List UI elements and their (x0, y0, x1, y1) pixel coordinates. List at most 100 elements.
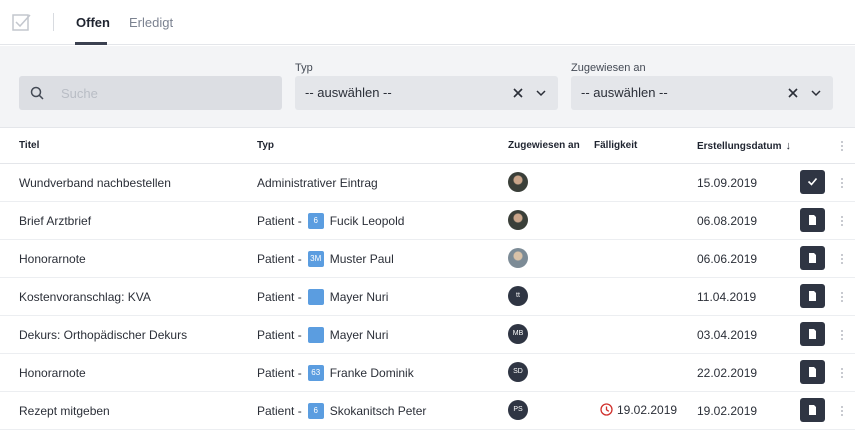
row-menu-icon[interactable] (841, 330, 844, 341)
avatar (508, 172, 528, 192)
document-icon (809, 253, 816, 263)
row-menu-icon[interactable] (841, 406, 844, 417)
patient-name[interactable]: Muster Paul (330, 252, 394, 266)
document-icon (809, 215, 816, 225)
row-title: Wundverband nachbestellen (19, 176, 171, 190)
search-input[interactable] (61, 76, 271, 110)
document-icon (809, 291, 816, 301)
row-title: Honorarnote (19, 252, 86, 266)
row-title: Rezept mitgeben (19, 404, 110, 418)
document-icon (809, 367, 816, 377)
row-type: Patient - Mayer Nuri (257, 326, 389, 343)
column-header-title[interactable]: Titel (19, 140, 39, 151)
avatar (508, 210, 528, 230)
open-document-button[interactable] (800, 246, 825, 270)
chevron-down-icon[interactable] (811, 88, 821, 98)
avatar (508, 248, 528, 268)
open-document-button[interactable] (800, 284, 825, 308)
avatar: SD (508, 362, 528, 382)
table-row[interactable]: Rezept mitgeben Patient - 6 Skokanitsch Pet… (0, 392, 855, 430)
tab-erledigt[interactable]: Erledigt (129, 15, 173, 30)
table-row[interactable]: Brief Arztbrief Patient - 6 Fucik Leopold 06… (0, 202, 855, 240)
row-title: Kostenvoranschlag: KVA (19, 290, 151, 304)
search-icon (30, 86, 44, 100)
row-type: Patient - 63 Franke Dominik (257, 364, 414, 381)
table-row[interactable]: Honorarnote Patient - 3M Muster Paul 06.06.2… (0, 240, 855, 278)
complete-button[interactable] (800, 170, 825, 194)
row-created-date: 03.04.2019 (697, 328, 758, 342)
row-menu-icon[interactable] (841, 178, 844, 189)
column-header-type[interactable]: Typ (257, 140, 274, 151)
tab-offen[interactable]: Offen (76, 15, 110, 30)
overdue-clock-icon (600, 403, 613, 416)
avatar: tt (508, 286, 528, 306)
active-tab-indicator (75, 42, 107, 45)
chevron-down-icon[interactable] (536, 88, 546, 98)
patient-badge (307, 326, 324, 343)
document-icon (809, 329, 816, 339)
patient-name[interactable]: Skokanitsch Peter (330, 404, 427, 418)
open-document-button[interactable] (800, 208, 825, 232)
column-menu-icon[interactable] (841, 141, 844, 152)
row-created-date: 15.09.2019 (697, 176, 758, 190)
row-menu-icon[interactable] (841, 292, 844, 303)
patient-badge: 6 (307, 402, 324, 419)
assignee-select[interactable]: -- auswählen -- (571, 76, 833, 110)
row-created-date: 22.02.2019 (697, 366, 758, 380)
patient-badge (307, 288, 324, 305)
row-type: Patient - 3M Muster Paul (257, 250, 394, 267)
clear-icon[interactable] (787, 87, 799, 99)
row-title: Brief Arztbrief (19, 214, 92, 228)
patient-badge: 63 (307, 364, 324, 381)
open-document-button[interactable] (800, 398, 825, 422)
patient-name[interactable]: Fucik Leopold (330, 214, 405, 228)
row-type-label: Patient - (257, 252, 302, 266)
patient-badge: 3M (307, 250, 324, 267)
row-created-date: 19.02.2019 (697, 404, 758, 418)
search-box[interactable] (19, 76, 282, 110)
patient-name[interactable]: Mayer Nuri (330, 290, 389, 304)
assignee-select-value: -- auswählen -- (581, 85, 668, 100)
table-row[interactable]: Honorarnote Patient - 63 Franke Dominik SD 22… (0, 354, 855, 392)
avatar: PS (508, 400, 528, 420)
column-header-assignee[interactable]: Zugewiesen an (508, 140, 580, 151)
row-created-date: 11.04.2019 (697, 290, 757, 304)
row-type-label: Patient - (257, 366, 302, 380)
header-divider (53, 13, 54, 31)
open-document-button[interactable] (800, 360, 825, 384)
table-row[interactable]: Kostenvoranschlag: KVA Patient - Mayer Nur… (0, 278, 855, 316)
table-row[interactable]: Wundverband nachbestellen Administrativer… (0, 164, 855, 202)
due-date: 19.02.2019 (600, 403, 677, 417)
top-bar: Offen Erledigt (0, 0, 855, 45)
row-title: Dekurs: Orthopädischer Dekurs (19, 328, 188, 342)
patient-name[interactable]: Mayer Nuri (330, 328, 389, 342)
row-type: Patient - Mayer Nuri (257, 288, 389, 305)
row-type-label: Patient - (257, 328, 302, 342)
due-date-value: 19.02.2019 (617, 403, 678, 417)
row-type: Administrativer Eintrag (257, 176, 378, 190)
row-menu-icon[interactable] (841, 368, 844, 379)
assignee-filter-label: Zugewiesen an (571, 62, 646, 74)
open-document-button[interactable] (800, 322, 825, 346)
type-select[interactable]: -- auswählen -- (295, 76, 558, 110)
row-type: Patient - 6 Skokanitsch Peter (257, 402, 427, 419)
patient-badge: 6 (307, 212, 324, 229)
row-menu-icon[interactable] (841, 216, 844, 227)
sort-down-icon: ↓ (785, 140, 791, 152)
check-icon (807, 177, 818, 186)
document-icon (809, 405, 816, 415)
row-type-label: Patient - (257, 290, 302, 304)
patient-name[interactable]: Franke Dominik (330, 366, 414, 380)
row-type: Patient - 6 Fucik Leopold (257, 212, 405, 229)
column-header-created[interactable]: Erstellungsdatum ↓ (697, 140, 791, 152)
row-created-date: 06.06.2019 (697, 252, 758, 266)
row-title: Honorarnote (19, 366, 86, 380)
column-header-created-label: Erstellungsdatum (697, 141, 782, 152)
clear-icon[interactable] (512, 87, 524, 99)
table-header: Titel Typ Zugewiesen an Fälligkeit Erste… (0, 128, 855, 164)
column-header-due[interactable]: Fälligkeit (594, 140, 637, 151)
row-created-date: 06.08.2019 (697, 214, 758, 228)
table-row[interactable]: Dekurs: Orthopädischer Dekurs Patient - Ma… (0, 316, 855, 354)
row-type-label: Patient - (257, 214, 302, 228)
row-menu-icon[interactable] (841, 254, 844, 265)
